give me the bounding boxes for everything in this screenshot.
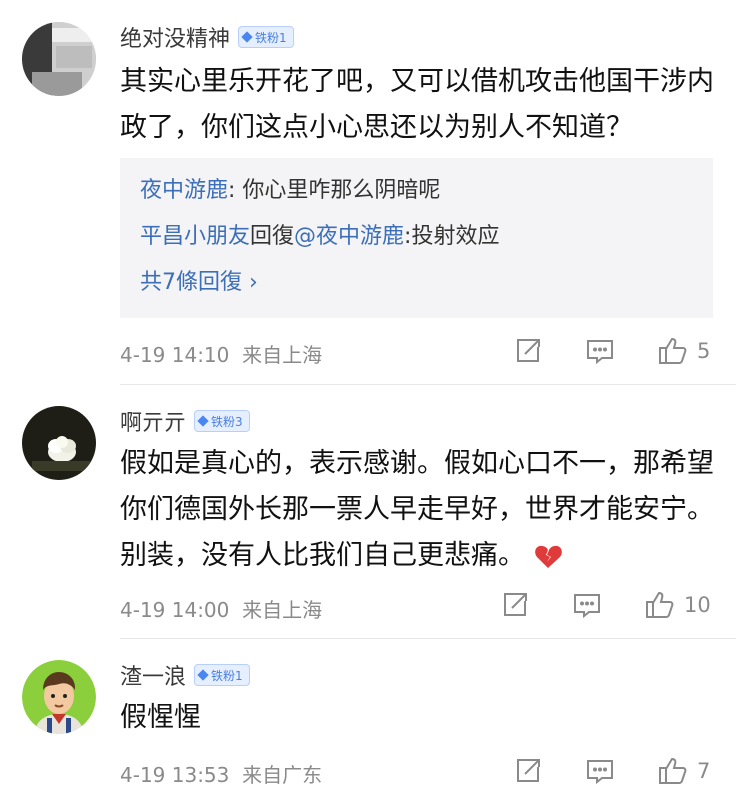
- avatar[interactable]: [22, 22, 96, 96]
- diamond-icon: [197, 415, 209, 427]
- fan-badge: 铁粉3: [194, 410, 250, 432]
- thumbs-up-icon: [659, 757, 687, 784]
- repost-icon: [504, 593, 527, 616]
- comment-text: 假惺惺: [120, 702, 201, 733]
- comment-item: 啊亓亓 铁粉3 假如是真心的，表示感谢。假如心口不一，那希望你们德国外长那一票人…: [0, 390, 736, 640]
- comment-icon: [587, 340, 613, 365]
- comment-icon: [574, 594, 600, 619]
- like-button[interactable]: 10: [644, 590, 711, 620]
- reply-box[interactable]: 夜中游鹿: 你心里咋那么阴暗呢 平昌小朋友回復@夜中游鹿:投射效应 共7條回復 …: [120, 158, 713, 318]
- username[interactable]: 绝对没精神: [120, 21, 230, 53]
- location: 来自上海: [242, 598, 323, 622]
- comment-button[interactable]: [585, 336, 615, 366]
- like-button[interactable]: 7: [657, 756, 710, 786]
- reply-text: :投射效应: [404, 224, 500, 249]
- comment-meta: 4-19 13:53 来自广东: [120, 759, 322, 788]
- comment-text-body: 假如是真心的，表示感谢。假如心口不一，那希望你们德国外长那一票人早走早好，世界才…: [120, 448, 714, 571]
- location: 来自上海: [242, 343, 323, 367]
- fan-badge: 铁粉1: [194, 664, 250, 686]
- like-button[interactable]: 5: [657, 336, 710, 366]
- location: 来自广东: [242, 763, 323, 787]
- repost-icon: [517, 759, 540, 782]
- like-count: 10: [684, 593, 711, 617]
- diamond-icon: [241, 31, 253, 43]
- reply-username[interactable]: 夜中游鹿: [140, 178, 228, 203]
- comment-meta: 4-19 14:10 来自上海: [120, 339, 322, 368]
- thumbs-up-icon: [659, 337, 687, 364]
- thumbs-up-icon: [646, 591, 674, 618]
- diamond-icon: [197, 669, 209, 681]
- broken-heart-icon: [534, 545, 562, 568]
- reply-verb: 回復: [250, 224, 295, 249]
- divider: [120, 384, 736, 385]
- fan-badge: 铁粉1: [238, 26, 294, 48]
- reply-item[interactable]: 平昌小朋友回復@夜中游鹿:投射效应: [140, 220, 499, 254]
- badge-label: 铁粉3: [211, 414, 243, 429]
- timestamp: 4-19 13:53: [120, 763, 230, 787]
- timestamp: 4-19 14:10: [120, 343, 230, 367]
- comment-item: 渣一浪 铁粉1 假惺惺 4-19 13:53 来自广东 7: [0, 644, 736, 800]
- comment-button[interactable]: [572, 590, 602, 620]
- repost-button[interactable]: [500, 590, 530, 620]
- comment-icon: [587, 760, 613, 785]
- divider: [120, 638, 736, 639]
- badge-label: 铁粉1: [255, 30, 287, 45]
- like-count: 5: [697, 339, 711, 363]
- avatar[interactable]: [22, 660, 96, 734]
- mention-link[interactable]: @夜中游鹿: [294, 224, 404, 249]
- comment-text: 其实心里乐开花了吧，又可以借机攻击他国干涉内政了，你们这点小心思还以为别人不知道…: [120, 66, 714, 143]
- reply-username[interactable]: 平昌小朋友: [140, 224, 250, 249]
- repost-icon: [517, 339, 540, 362]
- avatar[interactable]: [22, 406, 96, 480]
- comment-item: 绝对没精神 铁粉1 其实心里乐开花了吧，又可以借机攻击他国干涉内政了，你们这点小…: [0, 0, 736, 380]
- like-count: 7: [697, 759, 711, 783]
- more-replies-link[interactable]: 共7條回復 ›: [140, 266, 258, 300]
- reply-item[interactable]: 夜中游鹿: 你心里咋那么阴暗呢: [140, 174, 440, 208]
- timestamp: 4-19 14:00: [120, 598, 230, 622]
- badge-label: 铁粉1: [211, 668, 243, 683]
- username[interactable]: 渣一浪: [120, 659, 186, 691]
- repost-button[interactable]: [513, 756, 543, 786]
- comment-button[interactable]: [585, 756, 615, 786]
- comment-text: 假如是真心的，表示感谢。假如心口不一，那希望你们德国外长那一票人早走早好，世界才…: [120, 441, 720, 579]
- comment-meta: 4-19 14:00 来自上海: [120, 594, 322, 623]
- reply-text: : 你心里咋那么阴暗呢: [228, 178, 441, 203]
- repost-button[interactable]: [513, 336, 543, 366]
- username[interactable]: 啊亓亓: [120, 405, 186, 437]
